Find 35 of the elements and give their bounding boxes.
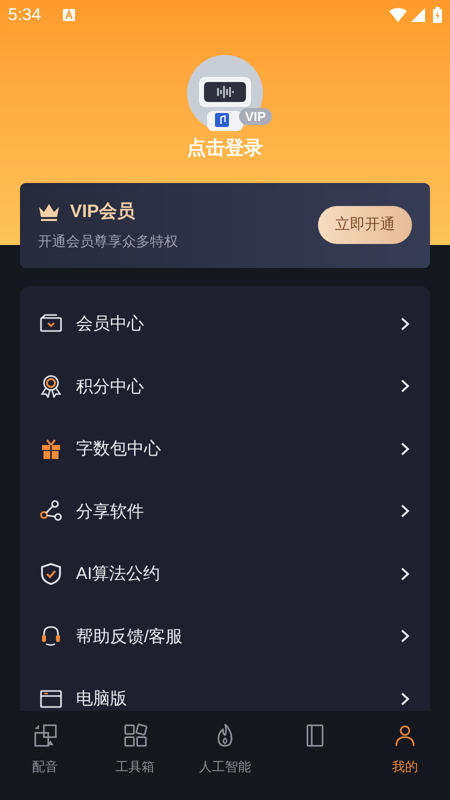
chevron-right-icon xyxy=(400,566,410,581)
chevron-right-icon xyxy=(400,379,410,394)
chevron-right-icon xyxy=(400,504,410,518)
menu-item[interactable]: AI算法公约 xyxy=(20,542,430,605)
wifi-icon xyxy=(389,8,407,22)
chevron-right-icon xyxy=(400,316,410,331)
notification-icon xyxy=(63,9,76,21)
medal-icon xyxy=(39,374,63,398)
crown-icon xyxy=(38,202,60,220)
menu-item[interactable]: 电脑版 xyxy=(20,668,430,710)
chevron-right-icon xyxy=(400,692,410,706)
battery-icon xyxy=(433,7,442,23)
vip-badge: VIP xyxy=(239,108,272,125)
headset-icon xyxy=(39,624,63,648)
share-icon xyxy=(39,499,63,524)
status-time: 5:34 xyxy=(8,4,42,26)
shield-icon xyxy=(39,562,63,586)
gift-icon xyxy=(39,436,63,461)
menu-item[interactable]: 积分中心 xyxy=(20,355,430,418)
activate-button[interactable]: 立即开通 xyxy=(318,206,412,244)
menu-item[interactable]: 会员中心 xyxy=(20,292,430,355)
tab[interactable]: 我的 xyxy=(360,710,450,782)
tab[interactable]: 工具箱 xyxy=(90,710,180,782)
vip-subtitle: 开通会员尊享众多特权 xyxy=(38,232,179,251)
menu-item[interactable]: 帮助反馈/客服 xyxy=(20,605,430,668)
tab[interactable]: 人工智能 xyxy=(180,710,270,782)
chevron-right-icon xyxy=(400,442,410,456)
menu-item[interactable]: 字数包中心 xyxy=(20,418,430,480)
tab[interactable]: 配音 xyxy=(0,710,90,782)
chevron-right-icon xyxy=(400,629,410,644)
signal-icon xyxy=(411,8,425,22)
tools-grid-icon xyxy=(122,722,148,748)
dubbing-icon xyxy=(32,722,58,748)
menu-item[interactable]: 分享软件 xyxy=(20,480,430,542)
vip-title: VIP会员 xyxy=(70,200,136,223)
